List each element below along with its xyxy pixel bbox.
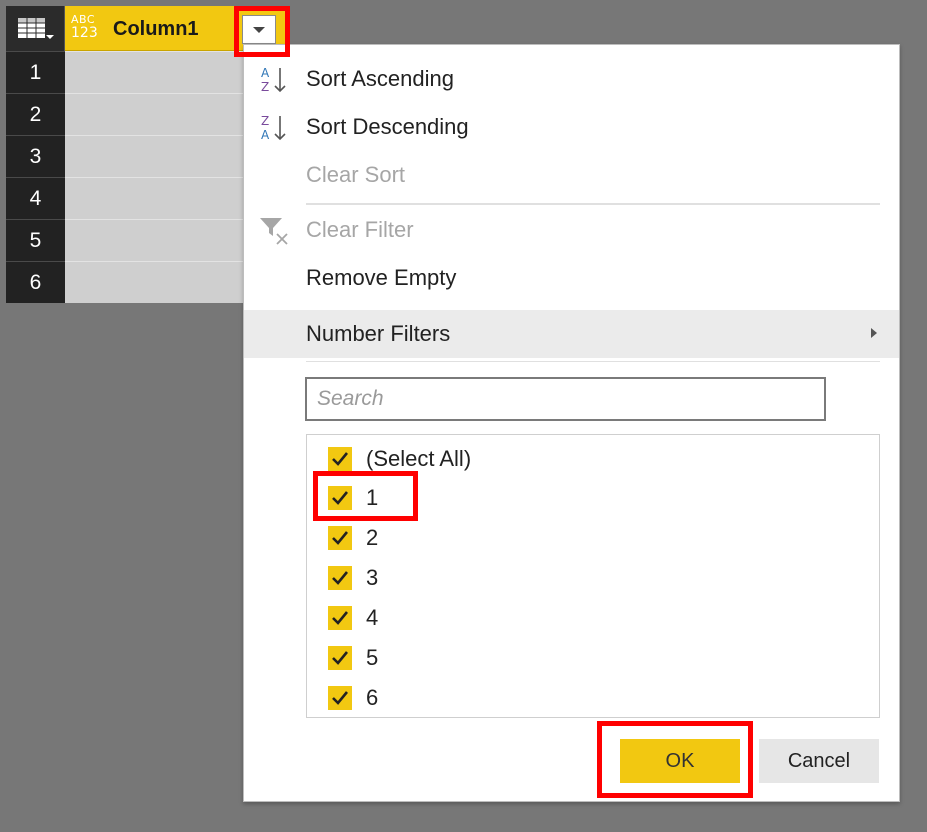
sort-ascending-icon: A Z <box>261 66 286 94</box>
remove-empty-item[interactable]: Remove Empty <box>244 254 899 302</box>
list-item-label: 2 <box>366 525 379 550</box>
checkbox-checked-icon[interactable] <box>328 566 352 590</box>
clear-filter-item: Clear Filter <box>244 206 899 254</box>
row-number: 1 <box>6 51 65 93</box>
cancel-button[interactable]: Cancel <box>759 739 879 783</box>
select-all-item[interactable]: (Select All) <box>307 438 879 478</box>
chevron-right-icon <box>871 328 877 338</box>
menu-divider <box>306 203 880 205</box>
checkbox-checked-icon[interactable] <box>328 486 352 510</box>
chevron-down-icon <box>253 26 265 33</box>
row-number: 3 <box>6 135 65 177</box>
list-item[interactable]: 6 <box>307 677 879 717</box>
checkbox-checked-icon[interactable] <box>328 646 352 670</box>
filter-dropdown-button[interactable] <box>242 15 276 44</box>
any-type-icon[interactable]: ABC 123 <box>71 14 103 44</box>
list-item-label: 6 <box>366 685 379 710</box>
number-filters-item[interactable]: Number Filters <box>244 310 899 358</box>
list-item-label: 1 <box>366 485 379 510</box>
list-item-label: 4 <box>366 605 379 630</box>
checkbox-checked-icon[interactable] <box>328 606 352 630</box>
checkbox-checked-icon[interactable] <box>328 526 352 550</box>
svg-text:Z: Z <box>261 80 269 94</box>
list-item[interactable]: 2 <box>307 517 879 557</box>
clear-filter-icon <box>260 218 288 245</box>
row-number: 6 <box>6 261 65 303</box>
filter-menu: A Z Sort Ascending Z A Sort Descending C… <box>243 44 900 802</box>
sort-descending-label: Sort Descending <box>306 114 469 139</box>
clear-sort-label: Clear Sort <box>306 162 406 187</box>
svg-text:A: A <box>261 128 270 142</box>
ok-button[interactable]: OK <box>620 739 740 783</box>
row-number: 4 <box>6 177 65 219</box>
type-icon-bottom: 123 <box>71 25 98 41</box>
table-icon <box>18 18 45 38</box>
list-item[interactable]: 5 <box>307 637 879 677</box>
checkbox-checked-icon[interactable] <box>328 447 352 471</box>
filter-value-list: (Select All) 1 2 3 4 5 6 <box>306 434 880 718</box>
row-number: 2 <box>6 93 65 135</box>
number-filters-label: Number Filters <box>306 321 451 346</box>
list-item-label: 5 <box>366 645 379 670</box>
caret-down-icon <box>46 35 54 39</box>
remove-empty-label: Remove Empty <box>306 265 457 290</box>
type-icon-top: ABC <box>71 13 96 26</box>
row-number: 5 <box>6 219 65 261</box>
table-menu-button[interactable] <box>6 6 65 51</box>
svg-text:A: A <box>261 66 270 80</box>
sort-ascending-label: Sort Ascending <box>306 66 454 91</box>
sort-descending-icon: Z A <box>261 114 286 142</box>
sort-ascending-item[interactable]: A Z Sort Ascending <box>244 55 899 103</box>
search-input[interactable] <box>305 377 826 421</box>
menu-divider <box>306 361 880 362</box>
clear-filter-label: Clear Filter <box>306 217 414 242</box>
column-name: Column1 <box>113 18 199 40</box>
svg-text:Z: Z <box>261 114 269 128</box>
list-item[interactable]: 1 <box>307 477 879 517</box>
list-item[interactable]: 4 <box>307 597 879 637</box>
sort-descending-item[interactable]: Z A Sort Descending <box>244 103 899 151</box>
list-item-label: 3 <box>366 565 379 590</box>
clear-sort-item: Clear Sort <box>244 151 899 199</box>
list-item[interactable]: 3 <box>307 557 879 597</box>
checkbox-checked-icon[interactable] <box>328 686 352 710</box>
list-item-label: (Select All) <box>366 446 472 471</box>
